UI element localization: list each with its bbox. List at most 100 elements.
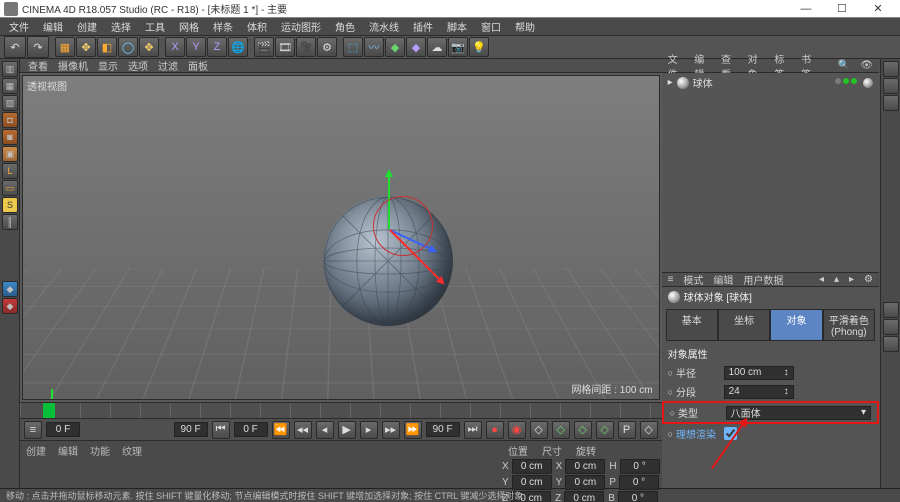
rot-b-input[interactable]: 0 ° <box>618 491 658 502</box>
add-light-button[interactable]: 💡 <box>469 37 489 57</box>
size-z-input[interactable]: 0 cm <box>564 491 604 502</box>
attr-tab-object[interactable]: 对象 <box>770 309 822 341</box>
minimize-button[interactable]: — <box>788 1 824 17</box>
axis-mode-button[interactable]: ◙ <box>2 129 18 145</box>
viewport-solo-off-button[interactable]: ◆ <box>2 298 18 314</box>
menu-plugins[interactable]: 插件 <box>410 19 436 34</box>
key-scale-button[interactable]: ◇ <box>574 421 592 439</box>
menu-pipeline[interactable]: 流水线 <box>366 19 402 34</box>
range-end-input[interactable]: 90 F <box>426 422 460 437</box>
axis-y-toggle[interactable]: Y <box>186 37 206 57</box>
model-mode-button[interactable]: ▦ <box>2 78 18 94</box>
range-start-input[interactable]: 0 F <box>234 422 268 437</box>
view-tab-display[interactable]: 显示 <box>98 58 118 73</box>
next-frame-button[interactable]: ▸ <box>360 421 378 439</box>
rotate-tool[interactable]: ◯ <box>118 37 138 57</box>
move-tool[interactable]: ✥ <box>76 37 96 57</box>
coord-tab-pos[interactable]: 位置 <box>508 443 528 458</box>
visibility-dot-editor[interactable] <box>843 78 849 84</box>
add-primitive-button[interactable]: ⬚ <box>343 37 363 57</box>
attr-tab-coord[interactable]: 坐标 <box>718 309 770 341</box>
goto-first-button[interactable]: ⏪ <box>272 421 290 439</box>
radius-input[interactable]: 100 cm↕ <box>724 366 794 380</box>
attr-tab-basic[interactable]: 基本 <box>666 309 718 341</box>
view-tab-options[interactable]: 选项 <box>128 58 148 73</box>
menu-mograph[interactable]: 运动图形 <box>278 19 324 34</box>
frame-start-input[interactable]: 0 F <box>46 422 80 437</box>
render-view-button[interactable]: 🎬 <box>254 37 274 57</box>
menu-create[interactable]: 创建 <box>74 19 100 34</box>
render-region-button[interactable]: 🎞 <box>275 37 295 57</box>
mm-tab-texture[interactable]: 纹理 <box>122 443 142 458</box>
menu-character[interactable]: 角色 <box>332 19 358 34</box>
texture-mode-button[interactable]: ▨ <box>2 95 18 111</box>
prev-frame-button[interactable]: ◂ <box>316 421 334 439</box>
perspective-viewport[interactable]: 透视视图 <box>22 75 660 400</box>
r-pal-3[interactable] <box>883 95 899 111</box>
r-pal-2[interactable] <box>883 78 899 94</box>
timeline-playhead[interactable] <box>43 403 55 418</box>
am-menu-edit[interactable]: 编辑 <box>713 272 733 287</box>
add-generator-button[interactable]: ◆ <box>385 37 405 57</box>
add-spline-button[interactable]: 〰 <box>364 37 384 57</box>
add-camera-button[interactable]: 📷 <box>448 37 468 57</box>
workplane-button[interactable]: ║ <box>2 214 18 230</box>
am-nav-up-icon[interactable]: ▴ <box>834 274 839 285</box>
axis-z-toggle[interactable]: Z <box>207 37 227 57</box>
axis-x-toggle[interactable]: X <box>165 37 185 57</box>
r-pal-5[interactable] <box>883 319 899 335</box>
view-tab-view[interactable]: 查看 <box>28 58 48 73</box>
phong-tag-icon[interactable] <box>863 78 873 88</box>
key-pla-button[interactable]: ◇ <box>640 421 658 439</box>
attr-tab-phong[interactable]: 平滑着色(Phong) <box>823 309 875 341</box>
pos-x-input[interactable]: 0 cm <box>512 459 552 474</box>
key-pos-button[interactable]: ◇ <box>552 421 570 439</box>
menu-volume[interactable]: 体积 <box>244 19 270 34</box>
viewport-solo-button[interactable]: ◆ <box>2 281 18 297</box>
goto-end-button[interactable]: ⏭ <box>464 421 482 439</box>
object-name-label[interactable]: 球体 <box>693 75 713 90</box>
om-eye-icon[interactable]: 👁 <box>860 60 873 71</box>
frame-end-input[interactable]: 90 F <box>174 422 208 437</box>
size-y-input[interactable]: 0 cm <box>565 475 605 490</box>
pos-y-input[interactable]: 0 cm <box>512 475 552 490</box>
add-deformer-button[interactable]: ◆ <box>406 37 426 57</box>
menu-spline[interactable]: 样条 <box>210 19 236 34</box>
rot-h-input[interactable]: 0 ° <box>620 459 660 474</box>
am-nav-fwd-icon[interactable]: ▸ <box>849 274 854 285</box>
render-picture-button[interactable]: 🎥 <box>296 37 316 57</box>
mm-tab-edit[interactable]: 编辑 <box>58 443 78 458</box>
size-x-input[interactable]: 0 cm <box>565 459 605 474</box>
menu-help[interactable]: 帮助 <box>512 19 538 34</box>
am-config-icon[interactable]: ⚙ <box>864 274 873 285</box>
maximize-button[interactable]: ☐ <box>824 1 860 17</box>
key-rot-button[interactable]: ◇ <box>596 421 614 439</box>
gizmo-rotation-ring[interactable] <box>373 196 433 256</box>
last-tool[interactable]: ✥ <box>139 37 159 57</box>
undo-button[interactable]: ↶ <box>4 36 26 58</box>
polygon-mode-button[interactable]: ▭ <box>2 180 18 196</box>
coord-system-toggle[interactable]: 🌐 <box>228 37 248 57</box>
am-nav-back-icon[interactable]: ◂ <box>819 274 824 285</box>
live-select-tool[interactable]: ▦ <box>55 37 75 57</box>
timeline-ruler[interactable] <box>20 402 662 418</box>
keyframe-selection-button[interactable]: ◇ <box>530 421 548 439</box>
coord-tab-size[interactable]: 尺寸 <box>542 443 562 458</box>
goto-last-button[interactable]: ⏩ <box>404 421 422 439</box>
r-pal-6[interactable] <box>883 336 899 352</box>
rot-p-input[interactable]: 0 ° <box>619 475 659 490</box>
make-editable-button[interactable]: ▥ <box>2 61 18 77</box>
menu-script[interactable]: 脚本 <box>444 19 470 34</box>
om-search-icon[interactable]: 🔍 <box>838 60 850 71</box>
point-mode-button[interactable]: ▣ <box>2 146 18 162</box>
autokey-button[interactable]: ◉ <box>508 421 526 439</box>
timeline-menu-icon[interactable]: ≡ <box>24 421 42 439</box>
r-pal-1[interactable] <box>883 61 899 77</box>
menu-mesh[interactable]: 网格 <box>176 19 202 34</box>
view-tab-filter[interactable]: 过滤 <box>158 58 178 73</box>
menu-file[interactable]: 文件 <box>6 19 32 34</box>
object-mode-button[interactable]: ◘ <box>2 112 18 128</box>
menu-window[interactable]: 窗口 <box>478 19 504 34</box>
layer-dot[interactable] <box>835 78 841 84</box>
render-settings-button[interactable]: ⚙ <box>317 37 337 57</box>
